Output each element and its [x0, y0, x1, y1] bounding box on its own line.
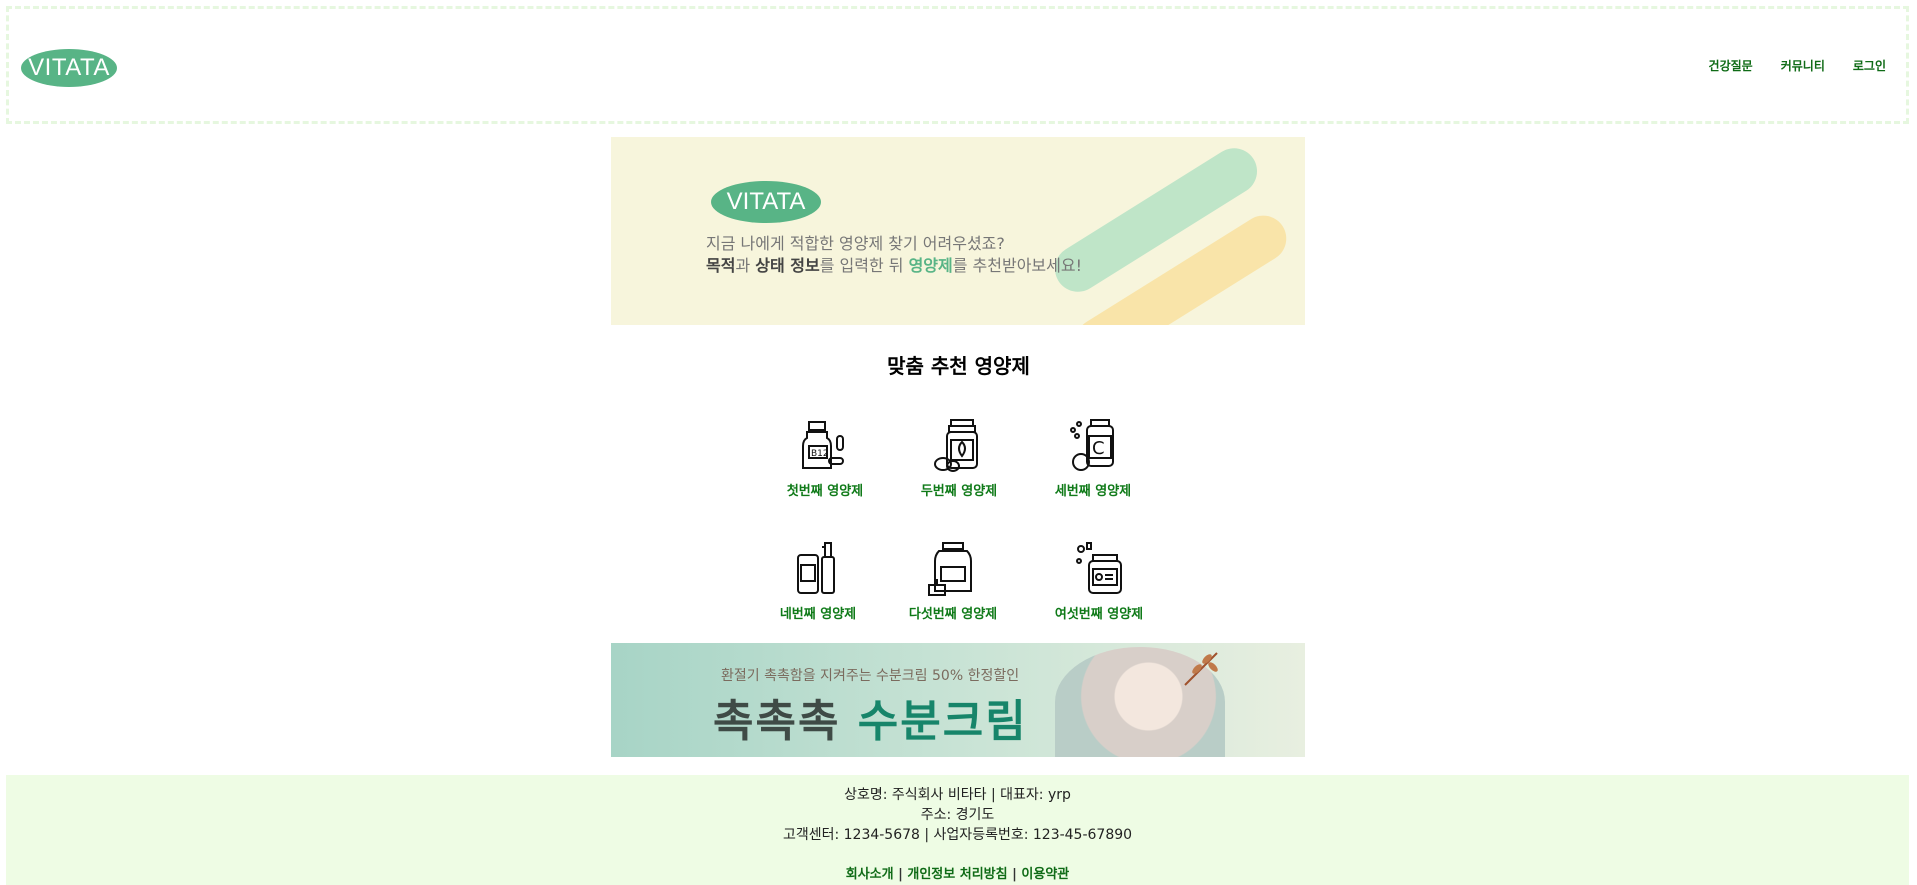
promo-banner[interactable]: 환절기 촉촉함을 지켜주는 수분크림 50% 한정할인 촉촉촉 수분크림	[611, 643, 1305, 757]
hero-text: 과	[735, 256, 756, 275]
site-logo[interactable]: VITATA	[21, 49, 117, 87]
footer-link-privacy[interactable]: 개인정보 처리방침	[907, 867, 1007, 882]
footer-separator: |	[1007, 867, 1022, 882]
footer-link-about[interactable]: 회사소개	[846, 867, 894, 882]
promo-title: 촉촉촉 수분크림	[713, 685, 1028, 749]
main-nav: 건강질문 커뮤니티 로그인	[1709, 57, 1886, 74]
promo-title-a: 촉촉촉	[713, 696, 858, 747]
supplement-item-5[interactable]: 다섯번째 영양제	[888, 541, 1018, 622]
item-label: 다섯번째 영양제	[908, 607, 998, 622]
nav-login[interactable]: 로그인	[1853, 57, 1886, 74]
hero-text: 를 입력한 뒤	[819, 256, 909, 275]
hero-line-1: 지금 나에게 적합한 영양제 찾기 어려우셨죠?	[706, 234, 1005, 253]
hero-text: 를 추천받아보세요!	[952, 256, 1083, 275]
hero-banner: VITATA 지금 나에게 적합한 영양제 찾기 어려우셨죠? 목적과 상태 정…	[611, 137, 1305, 325]
hero-emph-status: 상태 정보	[755, 256, 820, 275]
svg-text:B12: B12	[811, 449, 829, 459]
site-footer: 상호명: 주식회사 비타타 | 대표자: yrp 주소: 경기도 고객센터: 1…	[6, 775, 1909, 885]
item-label: 여섯번째 영양제	[1054, 607, 1144, 622]
section-title: 맞춤 추천 영양제	[887, 354, 1030, 378]
leaf-icon	[1184, 652, 1218, 686]
nav-health-question[interactable]: 건강질문	[1709, 57, 1753, 74]
hero-emph-purpose: 목적	[706, 256, 736, 275]
nav-community[interactable]: 커뮤니티	[1781, 57, 1825, 74]
protein-jar-icon	[928, 542, 972, 596]
promo-title-b: 수분크림	[857, 696, 1028, 747]
item-label: 두번째 영양제	[920, 484, 998, 499]
supplement-item-3[interactable]: C 세번째 영양제	[1028, 418, 1158, 499]
spray-bottle-icon	[797, 542, 835, 594]
hero-emph-supplement: 영양제	[908, 256, 953, 275]
promo-subtitle: 환절기 촉촉함을 지켜주는 수분크림 50% 한정할인	[721, 668, 1020, 684]
hero-logo: VITATA	[711, 181, 821, 223]
supplement-item-4[interactable]: 네번째 영양제	[753, 541, 883, 622]
site-header: VITATA 건강질문 커뮤니티 로그인	[6, 6, 1909, 124]
footer-separator: |	[893, 867, 908, 882]
supplement-item-6[interactable]: 여섯번째 영양제	[1034, 541, 1164, 622]
supplement-item-1[interactable]: B12 첫번째 영양제	[760, 418, 890, 499]
svg-text:C: C	[1092, 438, 1105, 459]
footer-company: 상호명: 주식회사 비타타 | 대표자: yrp	[844, 787, 1071, 803]
supplement-item-2[interactable]: 두번째 영양제	[894, 418, 1024, 499]
footer-contact: 고객센터: 1234-5678 | 사업자등록번호: 123-45-67890	[782, 827, 1133, 843]
hero-line-2: 목적과 상태 정보를 입력한 뒤 영양제를 추천받아보세요!	[706, 252, 1082, 276]
pill-jar-icon	[1076, 542, 1122, 594]
footer-links: 회사소개 | 개인정보 처리방침 | 이용약관	[6, 863, 1909, 882]
item-label: 네번째 영양제	[779, 607, 857, 622]
item-label: 첫번째 영양제	[786, 484, 864, 499]
item-label: 세번째 영양제	[1054, 484, 1132, 499]
herbal-jar-icon	[934, 419, 978, 472]
b12-bottle-icon: B12	[802, 421, 844, 469]
footer-link-terms[interactable]: 이용약관	[1021, 867, 1069, 882]
footer-address: 주소: 경기도	[920, 807, 995, 823]
vitamin-c-icon: C	[1070, 419, 1114, 471]
